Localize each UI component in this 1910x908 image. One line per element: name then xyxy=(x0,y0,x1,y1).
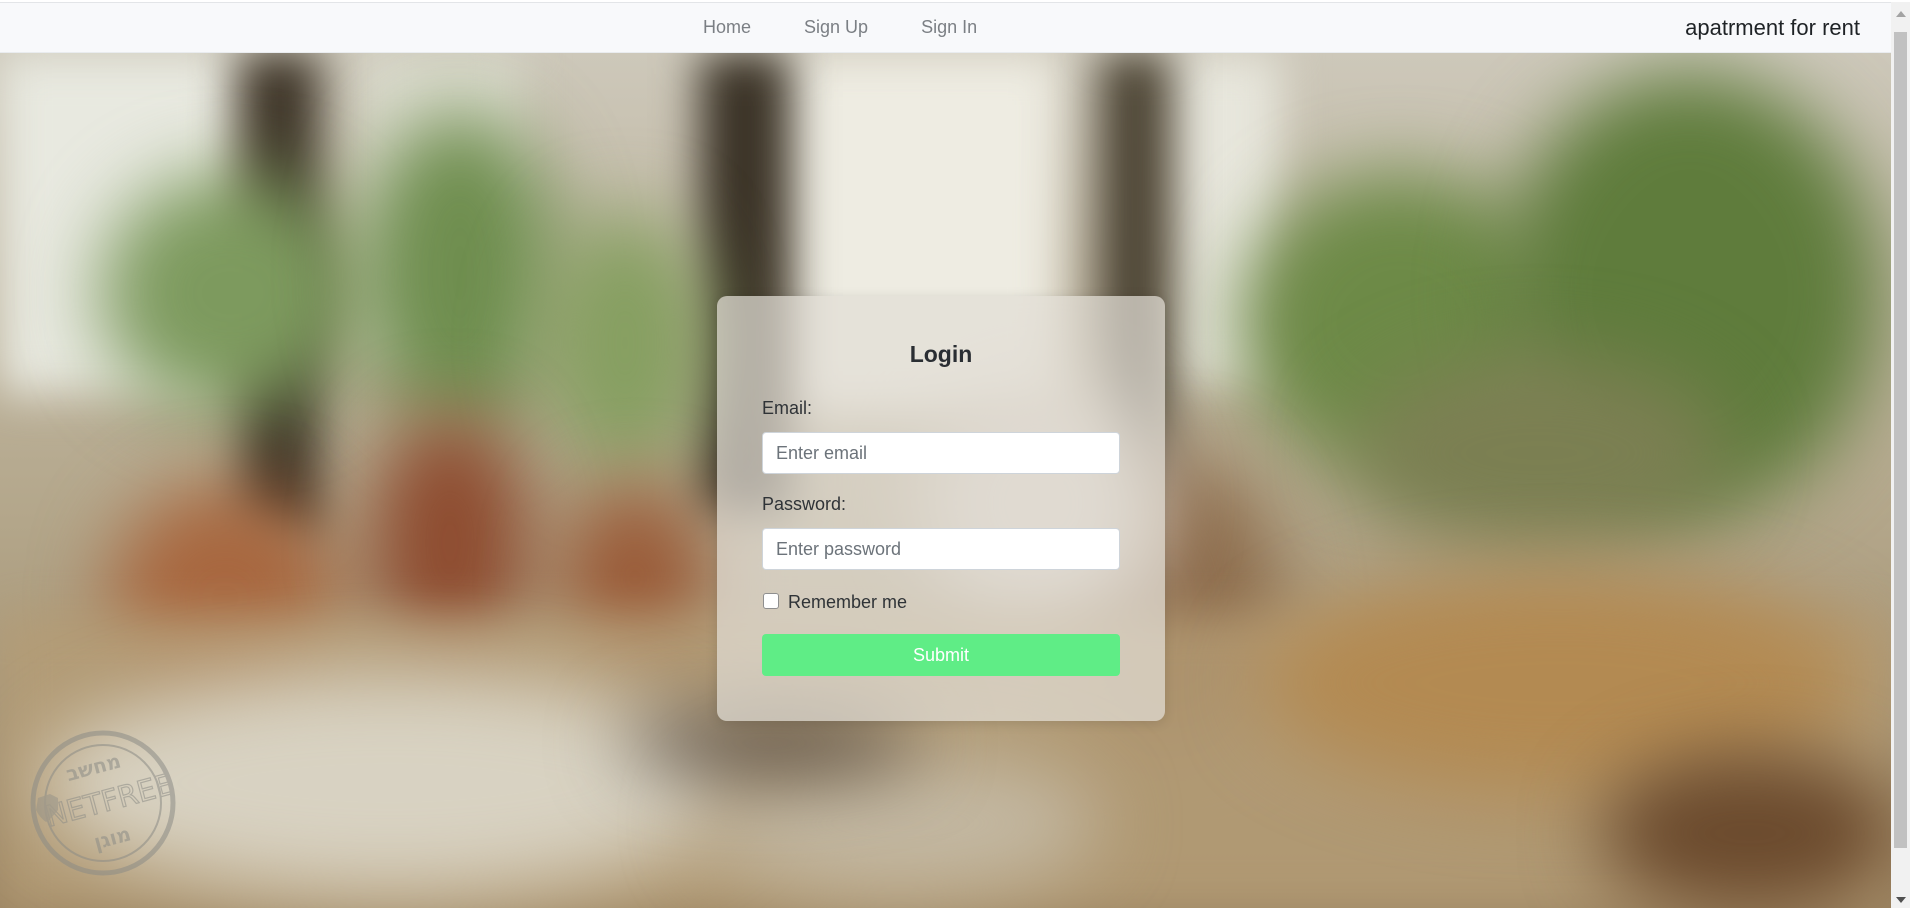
nav-signin-link[interactable]: Sign In xyxy=(921,17,977,38)
login-title: Login xyxy=(909,341,973,367)
scroll-up-icon[interactable] xyxy=(1896,11,1906,17)
nav-signup-link[interactable]: Sign Up xyxy=(804,17,868,38)
remember-me-label: Remember me xyxy=(788,592,908,612)
password-label: Password: xyxy=(762,494,847,514)
brand-title: apatrment for rent xyxy=(1685,14,1860,40)
stamp-bottom-text: מוגן xyxy=(91,821,133,854)
nav-home-link[interactable]: Home xyxy=(703,17,751,38)
navbar: Home Sign Up Sign In apatrment for rent xyxy=(0,2,1891,53)
email-label: Email: xyxy=(762,398,813,418)
submit-button[interactable]: Submit xyxy=(762,634,1120,676)
scroll-down-icon[interactable] xyxy=(1896,897,1906,903)
remember-me-checkbox[interactable] xyxy=(763,593,779,609)
netfree-stamp-icon: מחשב NETFREE מוגן xyxy=(30,730,178,876)
scroll-thumb[interactable] xyxy=(1894,32,1907,848)
login-card: Login Email: Password: Remember me Submi… xyxy=(717,296,1165,721)
password-input[interactable] xyxy=(762,528,1120,570)
email-input[interactable] xyxy=(762,432,1120,474)
nav-links: Home Sign Up Sign In xyxy=(703,3,1030,52)
page-scrollbar[interactable] xyxy=(1891,2,1910,908)
